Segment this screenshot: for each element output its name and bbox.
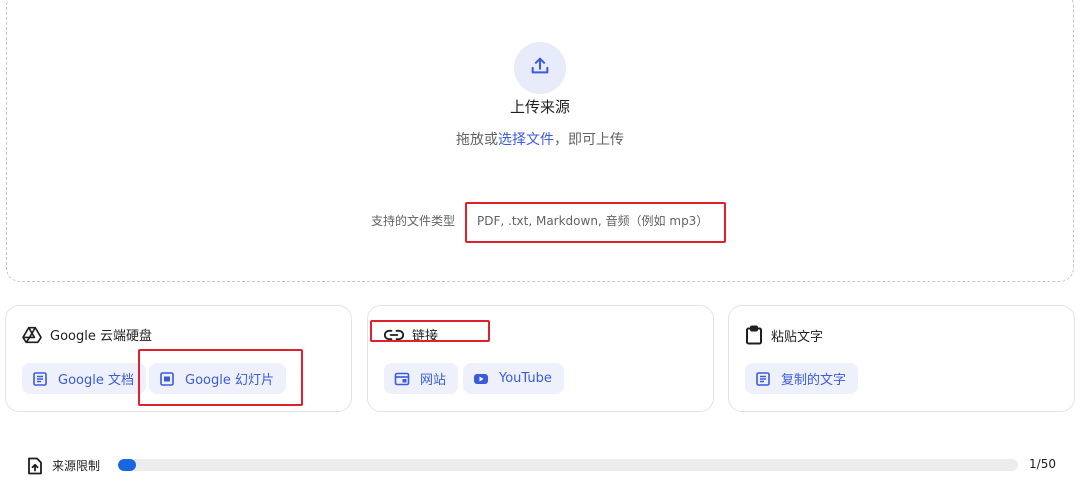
document-icon	[32, 371, 48, 387]
source-limit-progress-fill	[118, 459, 136, 471]
clipboard-icon	[745, 325, 763, 345]
source-count: 1/50	[1029, 457, 1056, 471]
upload-button[interactable]	[514, 42, 566, 94]
supported-types-value: PDF, .txt, Markdown, 音频（例如 mp3）	[477, 214, 709, 228]
paste-text-title: 粘贴文字	[771, 329, 824, 345]
choose-file-link[interactable]: 选择文件	[498, 132, 554, 148]
document-icon	[755, 371, 771, 387]
supported-types-label: 支持的文件类型	[371, 214, 456, 228]
copied-text-button[interactable]: 复制的文字	[745, 363, 859, 394]
google-drive-title: Google 云端硬盘	[50, 329, 152, 344]
paste-text-card: 粘贴文字 复制的文字	[728, 305, 1075, 412]
source-upload-icon	[26, 457, 44, 479]
upload-hint: 拖放或选择文件，即可上传	[0, 129, 1080, 149]
link-card: 链接 网站 YouTube	[367, 305, 714, 412]
upload-title: 上传来源	[509, 98, 570, 116]
google-docs-label: Google 文档	[58, 373, 134, 388]
source-limit-bar: 来源限制 1/50	[26, 454, 1056, 478]
paste-text-header: 粘贴文字	[745, 325, 823, 345]
website-button[interactable]: 网站	[384, 363, 459, 394]
website-icon	[394, 371, 410, 387]
google-slides-button[interactable]: Google 幻灯片	[149, 363, 286, 394]
youtube-button[interactable]: YouTube	[463, 363, 564, 394]
google-drive-header: Google 云端硬盘	[22, 325, 152, 344]
google-drive-card: Google 云端硬盘 Google 文档 Google 幻灯片	[5, 305, 352, 412]
upload-hint-prefix: 拖放或	[456, 132, 498, 148]
source-limit-progress	[118, 459, 1018, 471]
google-drive-icon	[22, 326, 42, 344]
website-label: 网站	[420, 373, 447, 388]
source-limit-label: 来源限制	[52, 459, 101, 473]
upload-hint-suffix: ，即可上传	[554, 132, 624, 148]
link-header: 链接	[384, 325, 438, 344]
youtube-icon	[473, 371, 489, 387]
youtube-label: YouTube	[499, 371, 552, 386]
link-title: 链接	[412, 329, 439, 344]
google-slides-label: Google 幻灯片	[185, 373, 274, 388]
upload-icon	[529, 55, 551, 81]
copied-text-label: 复制的文字	[781, 373, 847, 388]
slides-icon	[159, 371, 175, 387]
link-icon	[384, 328, 404, 342]
google-docs-button[interactable]: Google 文档	[22, 363, 146, 394]
